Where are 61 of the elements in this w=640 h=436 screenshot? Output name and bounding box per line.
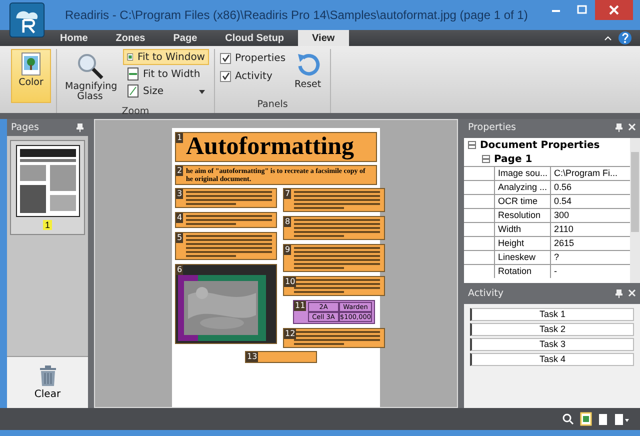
task-item: Task 3 (470, 338, 634, 351)
zone-number: 7 (284, 189, 292, 199)
text-zone[interactable]: 12 (283, 328, 385, 348)
ribbon-tab[interactable]: View (298, 30, 349, 46)
task-item: Task 4 (470, 353, 634, 366)
zone-number: 10 (284, 277, 296, 287)
ribbon-tab[interactable]: Cloud Setup (211, 30, 298, 46)
text-zone[interactable]: 3 (175, 188, 277, 208)
zone-number: 4 (176, 213, 184, 223)
window-title: Readiris - C:\Program Files (x86)\Readiris Pro 14\Samples\autoformat.jpg (page 1 of 1) (65, 8, 528, 22)
color-button[interactable]: Color (11, 49, 51, 103)
property-name: Height (494, 237, 550, 250)
zone-number: 1 (176, 133, 184, 143)
zone-number: 12 (284, 329, 296, 339)
panel-checkbox[interactable]: Properties (220, 49, 286, 67)
reset-button[interactable]: Reset (290, 49, 326, 99)
tree-node[interactable]: Page 1 (464, 152, 630, 166)
tree-label: Document Properties (480, 140, 600, 150)
zone-number: 2 (176, 166, 184, 176)
ribbon-tab[interactable]: Home (46, 30, 102, 46)
task-item: Task 1 (470, 308, 634, 321)
text-zone[interactable]: 4 (175, 212, 277, 228)
property-name: Image sou... (494, 167, 550, 180)
ribbon-tab[interactable]: Page (159, 30, 212, 46)
pane-title: Activity (468, 288, 504, 299)
pane-title: Properties (468, 122, 516, 133)
text-zone[interactable]: 7 (283, 188, 385, 212)
panel-checkbox[interactable]: Activity (220, 67, 286, 85)
property-name: Width (494, 223, 550, 236)
text-zone[interactable]: 9 (283, 244, 385, 272)
zone-number: 8 (284, 217, 292, 227)
ribbon-tab[interactable]: Zones (102, 30, 160, 46)
text-zone[interactable]: 8 (283, 216, 385, 240)
pane-title: Pages (11, 122, 39, 133)
clear-button[interactable]: Clear (7, 356, 88, 408)
zone-number: 6 (176, 265, 184, 275)
page-thumbnail[interactable]: 1 (10, 140, 85, 235)
zone-number: 9 (284, 245, 292, 255)
text-zone[interactable]: 13 (245, 351, 317, 363)
group-label: Panels (257, 99, 288, 112)
magnifying-glass-button[interactable]: Magnifying Glass (62, 49, 118, 106)
text-zone[interactable]: 5 (175, 232, 277, 260)
zone-number: 11 (294, 301, 306, 311)
zone-number: 13 (246, 352, 258, 362)
zoom-option[interactable]: Size (123, 83, 209, 99)
property-name: Rotation (494, 265, 550, 278)
zoom-option[interactable]: Fit to Window (123, 49, 209, 65)
tree-label: Page 1 (494, 154, 532, 164)
document-heading: Autoformatting (186, 134, 356, 160)
property-name: Resolution (494, 209, 550, 222)
property-name: Analyzing ... (494, 181, 550, 194)
zoom-option[interactable]: Fit to Width (123, 66, 209, 82)
text-zone[interactable]: 10 (283, 276, 385, 296)
page-number: 1 (42, 220, 52, 230)
zone-number: 5 (176, 233, 184, 243)
tree-node[interactable]: Document Properties (464, 138, 630, 152)
property-name: Lineskew (494, 251, 550, 264)
property-name: OCR time (494, 195, 550, 208)
zone-number: 3 (176, 189, 184, 199)
task-item: Task 2 (470, 323, 634, 336)
image-zone[interactable]: 6 (175, 264, 277, 344)
